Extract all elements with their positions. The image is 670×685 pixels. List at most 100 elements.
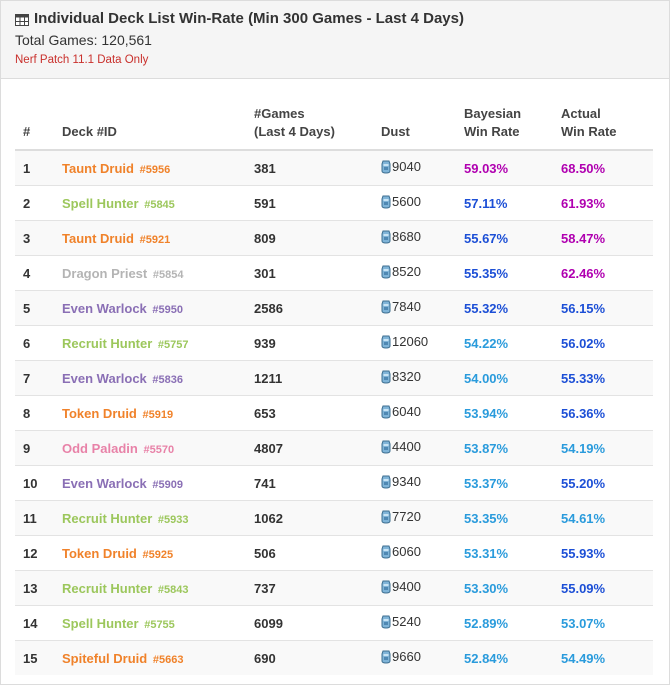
deck-cell[interactable]: Odd Paladin #5570 [62, 430, 254, 466]
deck-name-link[interactable]: Token Druid [62, 546, 137, 561]
table-row[interactable]: 4 Dragon Priest #5854 301 8520 55.35% 62.46% [15, 255, 653, 291]
table-row[interactable]: 5 Even Warlock #5950 2586 7840 55.32% 56.15% [15, 290, 653, 326]
deck-id[interactable]: #5757 [158, 339, 189, 351]
deck-id[interactable]: #5854 [153, 269, 184, 281]
deck-cell[interactable]: Spiteful Druid #5663 [62, 640, 254, 675]
games-cell: 809 [254, 220, 381, 256]
deck-cell[interactable]: Dragon Priest #5854 [62, 255, 254, 291]
deck-id[interactable]: #5919 [143, 409, 174, 421]
deck-id[interactable]: #5956 [140, 164, 171, 176]
deck-id[interactable]: #5925 [143, 549, 174, 561]
deck-cell[interactable]: Spell Hunter #5845 [62, 185, 254, 221]
dust-value: 7840 [392, 299, 421, 315]
deck-id[interactable]: #5933 [158, 514, 189, 526]
deck-id[interactable]: #5663 [153, 654, 184, 666]
deck-name-link[interactable]: Even Warlock [62, 476, 147, 491]
deck-name-link[interactable]: Spiteful Druid [62, 651, 147, 666]
bayes-cell: 59.03% [464, 149, 561, 186]
dust-icon [381, 195, 391, 209]
actual-cell: 62.46% [561, 255, 653, 291]
table-row[interactable]: 1 Taunt Druid #5956 381 9040 59.03% 68.50% [15, 149, 653, 186]
deck-cell[interactable]: Token Druid #5919 [62, 395, 254, 431]
deck-id[interactable]: #5570 [143, 444, 174, 456]
deck-name-link[interactable]: Odd Paladin [62, 441, 138, 456]
deck-cell[interactable]: Taunt Druid #5921 [62, 220, 254, 256]
deck-cell[interactable]: Spell Hunter #5755 [62, 605, 254, 641]
actual-cell: 56.15% [561, 290, 653, 326]
deck-cell[interactable]: Recruit Hunter #5933 [62, 500, 254, 536]
deck-id[interactable]: #5921 [140, 234, 171, 246]
table-row[interactable]: 13 Recruit Hunter #5843 737 9400 53.30% 55.09… [15, 570, 653, 606]
col-actual[interactable]: Actual Win Rate [561, 105, 653, 151]
rank-cell: 3 [15, 220, 62, 256]
deck-name-link[interactable]: Even Warlock [62, 301, 147, 316]
bayes-cell: 53.87% [464, 430, 561, 466]
col-deck-label: Deck #ID [62, 124, 117, 139]
table-row[interactable]: 6 Recruit Hunter #5757 939 12060 54.22% 56.02… [15, 325, 653, 361]
deck-cell[interactable]: Even Warlock #5950 [62, 290, 254, 326]
col-rank[interactable]: # [15, 105, 62, 151]
col-deck[interactable]: Deck #ID [62, 105, 254, 151]
dust-icon [381, 160, 391, 174]
dust-cell: 8520 [381, 255, 464, 291]
deck-id[interactable]: #5755 [144, 619, 175, 631]
dust-cell: 7720 [381, 500, 464, 536]
deck-cell[interactable]: Even Warlock #5836 [62, 360, 254, 396]
dust-cell: 9340 [381, 465, 464, 501]
deck-name-link[interactable]: Taunt Druid [62, 231, 134, 246]
table-row[interactable]: 11 Recruit Hunter #5933 1062 7720 53.35% 54.6… [15, 500, 653, 536]
actual-cell: 55.09% [561, 570, 653, 606]
rank-cell: 13 [15, 570, 62, 606]
table-row[interactable]: 15 Spiteful Druid #5663 690 9660 52.84% 54.49… [15, 640, 653, 675]
deck-id[interactable]: #5950 [152, 304, 183, 316]
deck-name-link[interactable]: Spell Hunter [62, 196, 139, 211]
table-row[interactable]: 7 Even Warlock #5836 1211 8320 54.00% 55.33% [15, 360, 653, 396]
deck-name-link[interactable]: Recruit Hunter [62, 336, 152, 351]
deck-name-link[interactable]: Even Warlock [62, 371, 147, 386]
col-games[interactable]: #Games (Last 4 Days) [254, 105, 381, 151]
table-row[interactable]: 2 Spell Hunter #5845 591 5600 57.11% 61.93% [15, 185, 653, 221]
deck-id[interactable]: #5836 [152, 374, 183, 386]
table-row[interactable]: 14 Spell Hunter #5755 6099 5240 52.89% 53.07% [15, 605, 653, 641]
table-body: 1 Taunt Druid #5956 381 9040 59.03% 68.50% 2 Sp… [15, 149, 653, 675]
col-dust[interactable]: Dust [381, 105, 464, 151]
deck-id[interactable]: #5845 [144, 199, 175, 211]
actual-cell: 55.93% [561, 535, 653, 571]
dust-value: 5600 [392, 194, 421, 210]
deck-name-link[interactable]: Token Druid [62, 406, 137, 421]
deck-cell[interactable]: Token Druid #5925 [62, 535, 254, 571]
games-cell: 737 [254, 570, 381, 606]
table-row[interactable]: 10 Even Warlock #5909 741 9340 53.37% 55.20% [15, 465, 653, 501]
deck-name-link[interactable]: Dragon Priest [62, 266, 147, 281]
deck-cell[interactable]: Taunt Druid #5956 [62, 149, 254, 186]
dust-value: 8680 [392, 229, 421, 245]
table-row[interactable]: 9 Odd Paladin #5570 4807 4400 53.87% 54.19% [15, 430, 653, 466]
deck-name-link[interactable]: Spell Hunter [62, 616, 139, 631]
deck-cell[interactable]: Recruit Hunter #5757 [62, 325, 254, 361]
deck-id[interactable]: #5909 [152, 479, 183, 491]
dust-icon [381, 475, 391, 489]
table-row[interactable]: 3 Taunt Druid #5921 809 8680 55.67% 58.47% [15, 220, 653, 256]
table-row[interactable]: 12 Token Druid #5925 506 6060 53.31% 55.93% [15, 535, 653, 571]
deck-name-link[interactable]: Recruit Hunter [62, 511, 152, 526]
deck-cell[interactable]: Recruit Hunter #5843 [62, 570, 254, 606]
dust-value: 9660 [392, 649, 421, 665]
dust-cell: 7840 [381, 290, 464, 326]
actual-cell: 61.93% [561, 185, 653, 221]
bayes-cell: 53.94% [464, 395, 561, 431]
deck-cell[interactable]: Even Warlock #5909 [62, 465, 254, 501]
panel-title-row: Individual Deck List Win-Rate (Min 300 G… [15, 10, 669, 27]
dust-value: 8520 [392, 264, 421, 280]
bayes-cell: 55.35% [464, 255, 561, 291]
dust-value: 9040 [392, 159, 421, 175]
bayes-cell: 54.00% [464, 360, 561, 396]
dust-cell: 9400 [381, 570, 464, 606]
games-cell: 2586 [254, 290, 381, 326]
deck-name-link[interactable]: Taunt Druid [62, 161, 134, 176]
deck-name-link[interactable]: Recruit Hunter [62, 581, 152, 596]
col-bayes[interactable]: Bayesian Win Rate [464, 105, 561, 151]
bayes-cell: 52.89% [464, 605, 561, 641]
deck-id[interactable]: #5843 [158, 584, 189, 596]
table-row[interactable]: 8 Token Druid #5919 653 6040 53.94% 56.36% [15, 395, 653, 431]
dust-icon [381, 230, 391, 244]
